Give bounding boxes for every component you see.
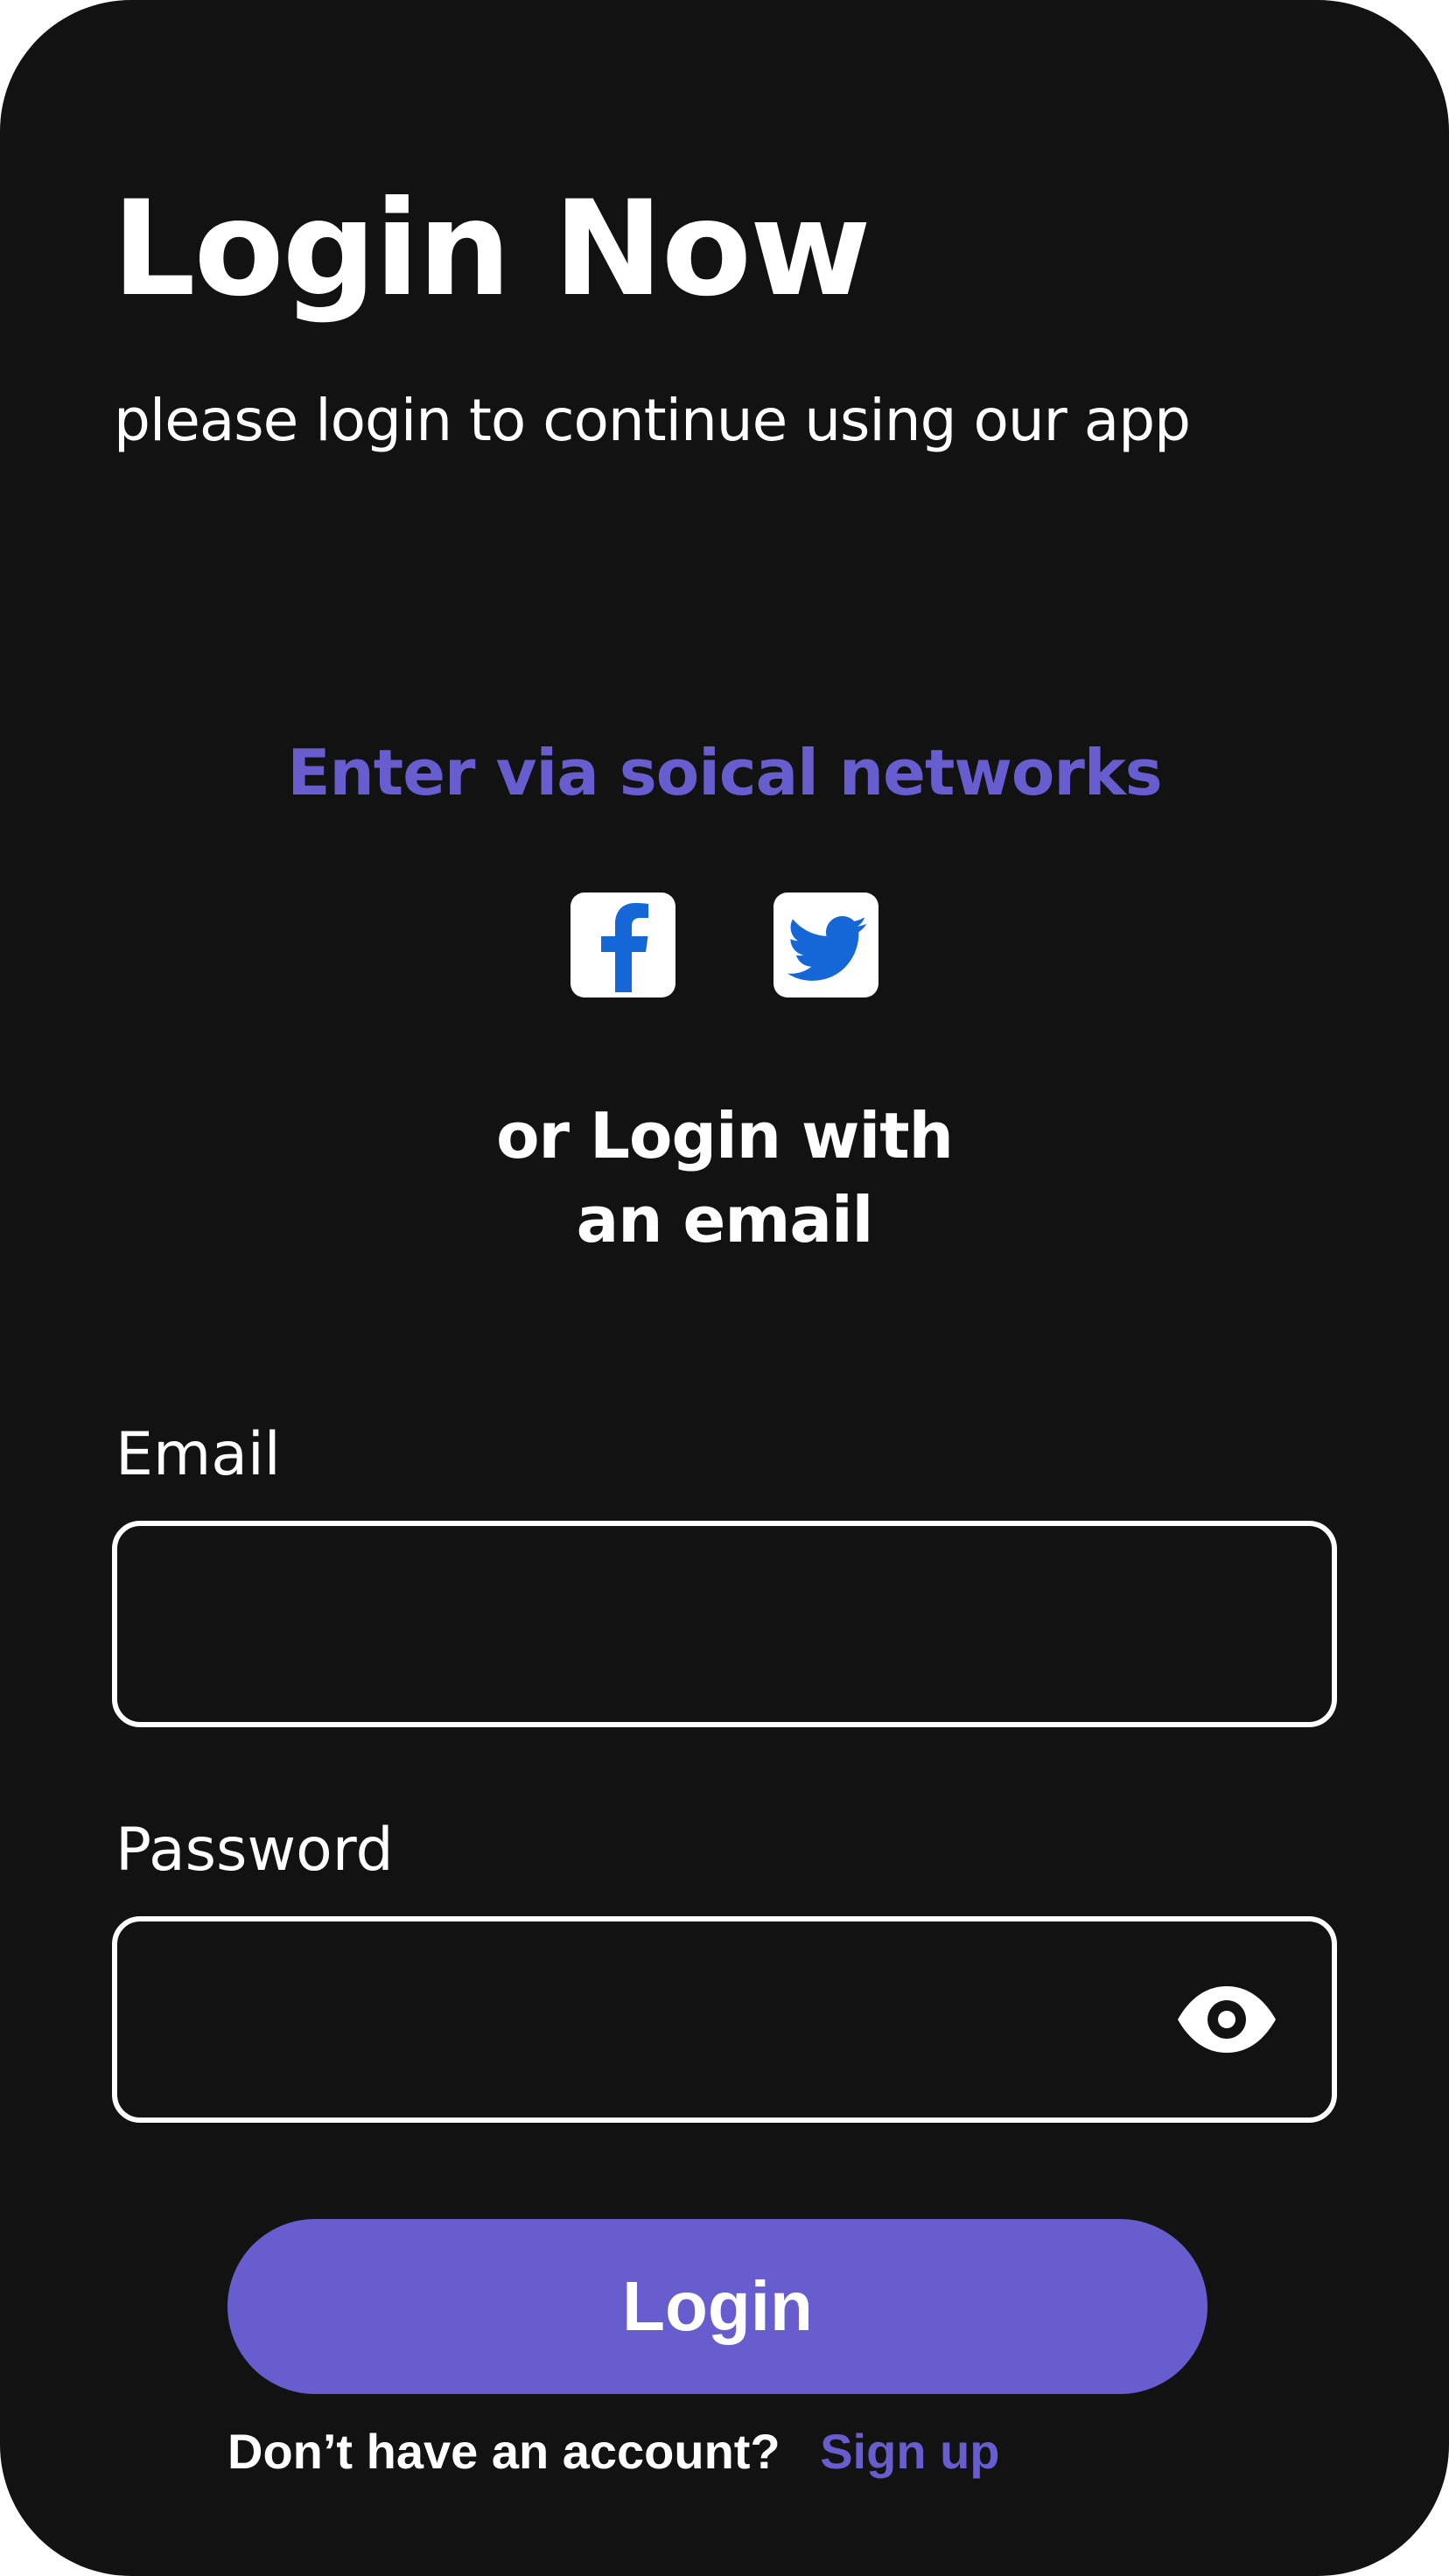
page-subtitle: please login to continue using our app	[114, 387, 1191, 454]
email-input[interactable]	[117, 1526, 1332, 1722]
twitter-icon	[787, 916, 867, 981]
show-password-toggle[interactable]	[1176, 1983, 1278, 2056]
email-field-container	[112, 1521, 1337, 1727]
facebook-login-button[interactable]	[570, 892, 676, 998]
password-label: Password	[116, 1816, 394, 1885]
email-login-divider: or Login with an email	[0, 1094, 1449, 1262]
signup-question: Don’t have an account?	[228, 2424, 780, 2479]
password-field-container	[112, 1916, 1337, 2123]
password-input[interactable]	[117, 1922, 1332, 2118]
twitter-login-button[interactable]	[774, 892, 878, 998]
eye-icon	[1178, 1986, 1276, 2053]
login-button[interactable]: Login	[228, 2219, 1208, 2394]
social-login-heading: Enter via soical networks	[287, 736, 1162, 809]
divider-line-2: an email	[576, 1183, 874, 1256]
signup-link[interactable]: Sign up	[820, 2424, 999, 2479]
divider-line-1: or Login with	[496, 1099, 954, 1172]
facebook-icon	[601, 903, 648, 992]
signup-prompt: Don’t have an account? Sign up	[228, 2417, 1000, 2487]
login-screen: Login Now please login to continue using…	[0, 0, 1449, 2576]
email-label: Email	[116, 1420, 281, 1489]
page-title: Login Now	[112, 173, 872, 326]
